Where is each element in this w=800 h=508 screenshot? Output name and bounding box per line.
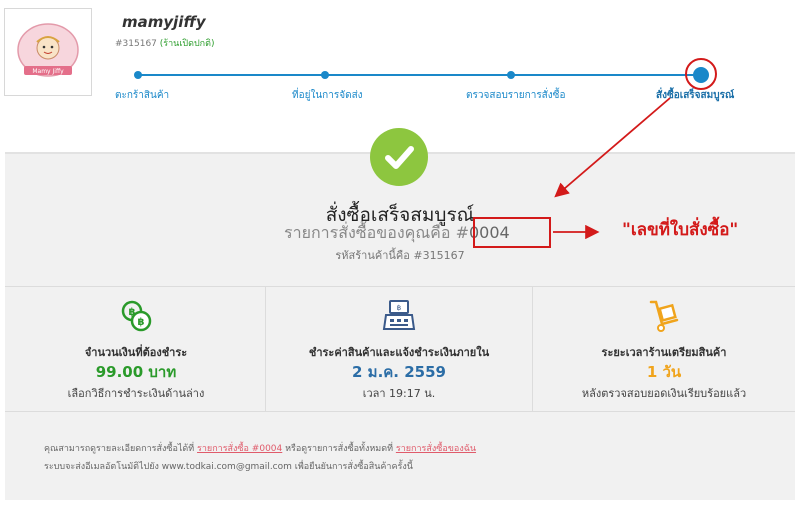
shop-logo[interactable]: Mamy Jiffy: [4, 8, 92, 96]
order-number-prefix: รายการสั่งซื้อของคุณคือ #: [284, 223, 469, 242]
shop-logo-image: Mamy Jiffy: [17, 23, 79, 77]
hand-truck-icon: [646, 298, 682, 338]
cash-register-icon: ฿: [381, 298, 417, 338]
shop-id: #315167: [115, 39, 157, 49]
footer-text-1: คุณสามารถดูรายละเอียดการสั่งซื้อได้ที่: [44, 444, 198, 454]
shop-code: รหัสร้านค้านี้คือ #315167: [335, 249, 465, 262]
step-dot-review: [507, 71, 515, 79]
my-orders-link[interactable]: รายการสั่งซื้อของฉัน: [396, 444, 476, 454]
amount-due-label: จำนวนเงินที่ต้องชำระ: [84, 346, 188, 359]
shop-status: (ร้านเปิดปกติ): [159, 39, 215, 49]
preparation-time-label: ระยะเวลาร้านเตรียมสินค้า: [601, 346, 727, 359]
footer-text-2: หรือดูรายการสั่งซื้อทั้งหมดที่: [282, 444, 396, 454]
footer-order-links: คุณสามารถดูรายละเอียดการสั่งซื้อได้ที่ ร…: [44, 441, 476, 455]
step-cart[interactable]: ตะกร้าสินค้า: [115, 88, 169, 103]
shop-id-status: #315167 (ร้านเปิดปกติ): [115, 36, 214, 50]
card-preparation-time: ระยะเวลาร้านเตรียมสินค้า 1 วัน หลังตรวจส…: [533, 286, 795, 411]
footer-email-note: ระบบจะส่งอีเมลอัตโนมัติไปยัง www.todkai.…: [44, 462, 413, 472]
card-payment-deadline: ฿ ชำระค่าสินค้าและแจ้งชำระเงินภายใน 2 ม.…: [266, 286, 532, 411]
step-complete[interactable]: สั่งซื้อเสร็จสมบูรณ์: [656, 88, 734, 103]
preparation-time-value: 1 วัน: [646, 363, 682, 381]
amount-due-note: เลือกวิธีการชำระเงินด้านล่าง: [67, 387, 205, 400]
payment-deadline-label: ชำระค่าสินค้าและแจ้งชำระเงินภายใน: [308, 346, 490, 359]
svg-text:Mamy Jiffy: Mamy Jiffy: [32, 68, 64, 75]
order-detail-link[interactable]: รายการสั่งซื้อ #0004: [197, 444, 282, 454]
coins-icon: ฿ ฿: [118, 298, 154, 338]
step-address[interactable]: ที่อยู่ในการจัดส่ง: [292, 88, 363, 103]
shop-name: mamyjiffy: [122, 13, 206, 31]
annotation-label: "เลขที่ใบสั่งซื้อ": [622, 220, 739, 240]
svg-text:฿: ฿: [138, 317, 145, 328]
payment-deadline-date: 2 ม.ค. 2559: [352, 363, 446, 381]
step-dot-cart: [134, 71, 142, 79]
svg-text:฿: ฿: [129, 307, 136, 318]
payment-deadline-time: เวลา 19:17 น.: [362, 387, 436, 400]
annotation-circle: [685, 58, 717, 90]
preparation-time-note: หลังตรวจสอบยอดเงินเรียบร้อยแล้ว: [581, 387, 747, 400]
annotation-order-box: [473, 217, 551, 248]
amount-due-value: 99.00 บาท: [95, 363, 177, 381]
svg-text:฿: ฿: [397, 304, 401, 312]
cards-bottom-divider: [5, 411, 795, 412]
progress-line: [138, 74, 700, 76]
step-dot-address: [321, 71, 329, 79]
card-amount-due: ฿ ฿ จำนวนเงินที่ต้องชำระ 99.00 บาท เลือก…: [5, 286, 267, 411]
success-check-icon: [370, 128, 428, 186]
step-review[interactable]: ตรวจสอบรายการสั่งซื้อ: [466, 88, 565, 103]
